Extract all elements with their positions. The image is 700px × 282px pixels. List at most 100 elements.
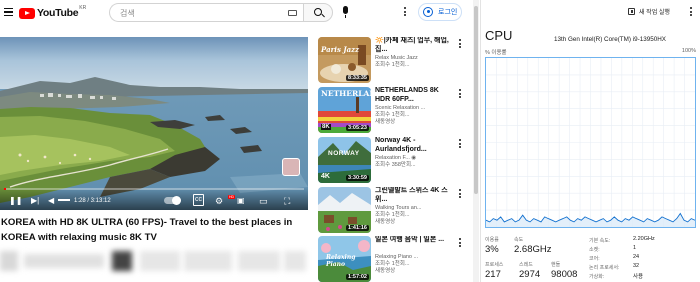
recommendation-meta: 조회수 358만회... [375,162,416,168]
run-new-task-button[interactable]: 새 작업 실행 [628,7,670,16]
recommendation-thumbnail[interactable]: Relaxing Piano 1:57:02 [318,236,371,282]
pause-icon[interactable]: ❚❚ [9,196,22,206]
spec-value: 24 [633,254,640,260]
next-icon[interactable]: ▶| [31,196,39,206]
settings-icon[interactable]: ⚙ [215,196,223,206]
autoplay-toggle[interactable] [164,196,181,205]
spec-key: 가상화: [589,274,605,280]
task-manager-menu-icon[interactable] [690,7,692,18]
logo-text: YouTube [37,7,79,19]
more-actions-button[interactable] [284,251,306,271]
thumbnail-text: Paris Jazz [321,45,360,54]
recommendation-menu-icon[interactable] [459,39,461,50]
theater-mode-icon[interactable]: ▭ [259,196,268,206]
thumbnail-text: NORWAY [328,150,360,157]
spec-value: 사용 [633,274,644,280]
speed-label: 속도 [514,237,524,243]
search-input[interactable]: 검색 [109,3,303,22]
share-button[interactable] [184,251,232,271]
handles-value: 98008 [551,269,578,280]
video-duration: 3:30:59 [346,175,369,181]
recommendation-title[interactable]: NETHERLANDS 8K HDR 60FP... [375,87,453,104]
microphone-icon[interactable] [343,6,348,18]
recommendation-channel[interactable]: Relaxing Piano ... [375,254,418,261]
new-badge: 새동영상 [375,119,396,125]
recommendation-thumbnail[interactable]: 1:41:16 [318,187,371,233]
youtube-header: YouTube KR 검색 로그인 [0,0,476,26]
recommendation-thumbnail[interactable]: NETHERLANDS 8K 3:05:23 [318,87,371,133]
save-button[interactable] [238,251,280,271]
captions-icon[interactable]: cc [193,194,204,206]
threads-value: 2974 [519,269,541,280]
recommendation-title[interactable]: 일본 여행 음악 | 일본 ... [375,236,453,253]
channel-avatar[interactable] [0,251,18,271]
recommendation-menu-icon[interactable] [459,238,461,249]
recommendation-channel[interactable]: Walking Tours an... [375,205,421,212]
youtube-play-icon [19,7,35,19]
sign-in-button[interactable]: 로그인 [418,3,462,21]
recommendation-title[interactable]: 🔆|카페 재즈| 업무, 해업, 집... [375,37,453,54]
time-display: 1:28 / 3:13:12 [74,198,111,204]
video-player[interactable]: ❚❚ ▶| ◀ 1:28 / 3:13:12 cc ⚙ HD ▣ ▭ ⛶ [0,37,308,210]
recommendation-channel[interactable]: Relaxation F... ◉ [375,155,416,162]
miniplayer-icon[interactable]: ▣ [237,196,245,206]
recommendation-thumbnail[interactable]: Paris Jazz 8:33:35 [318,37,371,83]
utilization-label: 이용률 [485,237,499,243]
scrollbar-thumb[interactable] [474,6,478,194]
processes-label: 프로세스 [485,262,504,268]
menu-icon[interactable] [4,8,13,17]
recommendation-item[interactable]: NORWAY 4K 3:30:59 Norway 4K - Aurlandsfj… [318,137,470,183]
speed-value: 2.68GHz [514,244,552,255]
recommendation-item[interactable]: 1:41:16 그린델발트 스위스 4K 스위... Walking Tours… [318,187,470,233]
progress-fill [4,188,7,190]
spec-value: 1 [633,245,637,251]
new-badge: 새동영상 [375,268,396,274]
task-manager-window: 새 작업 실행 CPU 13th Gen Intel(R) Core(TM) i… [480,0,700,282]
fullscreen-icon[interactable]: ⛶ [284,196,290,206]
search-placeholder: 검색 [120,9,135,18]
video-frame [0,37,308,210]
recommendation-item[interactable]: Relaxing Piano 1:57:02 일본 여행 음악 | 일본 ...… [318,236,470,282]
volume-icon[interactable]: ◀ [48,196,54,206]
recommendation-meta: 조회수 1천회... [375,212,410,218]
spec-key: 기본 속도: [589,238,611,244]
youtube-logo[interactable]: YouTube KR [19,5,87,20]
recommendation-thumbnail[interactable]: NORWAY 4K 3:30:59 [318,137,371,183]
progress-bar[interactable] [4,188,304,190]
recommendation-menu-icon[interactable] [459,89,461,100]
recommendation-channel[interactable]: Scenic Relaxation ... [375,105,425,112]
search-button[interactable] [303,3,333,22]
video-duration: 8:33:35 [346,75,369,81]
sign-in-label: 로그인 [438,9,458,16]
spec-value: 2.20GHz [633,236,655,242]
spec-key: 코어: [589,256,600,262]
processes-value: 217 [485,269,501,280]
recommendation-menu-icon[interactable] [459,139,461,150]
recommendation-channel[interactable]: Relax Music Jazz [375,55,418,62]
youtube-scrollbar[interactable] [473,0,479,282]
channel-name[interactable] [24,254,104,268]
recommendation-item[interactable]: Paris Jazz 8:33:35 🔆|카페 재즈| 업무, 해업, 집...… [318,37,470,83]
utilization-axis-label: % 이용률 [485,50,507,56]
youtube-window: YouTube KR 검색 로그인 ❚❚ ▶| ◀ 1:28 / 3:13:12… [0,0,476,282]
spec-value: 32 [633,263,640,269]
recommendation-meta: 조회수 1천회... [375,62,410,68]
region-code: KR [79,5,87,11]
recommendation-title[interactable]: 그린델발트 스위스 4K 스위... [375,187,453,204]
subscribe-button[interactable] [112,251,132,271]
cpu-usage-plot [485,58,696,227]
run-task-icon [628,8,635,15]
hd-badge: HD [228,195,236,199]
recommendation-item[interactable]: NETHERLANDS 8K 3:05:23 NETHERLANDS 8K HD… [318,87,470,133]
recommendation-menu-icon[interactable] [459,189,461,200]
recommendation-meta: 조회수 1천회... [375,112,410,118]
like-button[interactable] [140,251,180,271]
volume-slider[interactable] [58,199,70,201]
more-options-icon[interactable] [404,7,406,18]
spec-key: 소켓: [589,247,600,253]
channel-watermark[interactable] [282,158,300,176]
handles-label: 핸들 [551,262,561,268]
recommendation-title[interactable]: Norway 4K - Aurlandsfjord... [375,137,453,154]
keyboard-icon[interactable] [288,10,297,16]
resolution-badge: 8K [321,124,331,130]
